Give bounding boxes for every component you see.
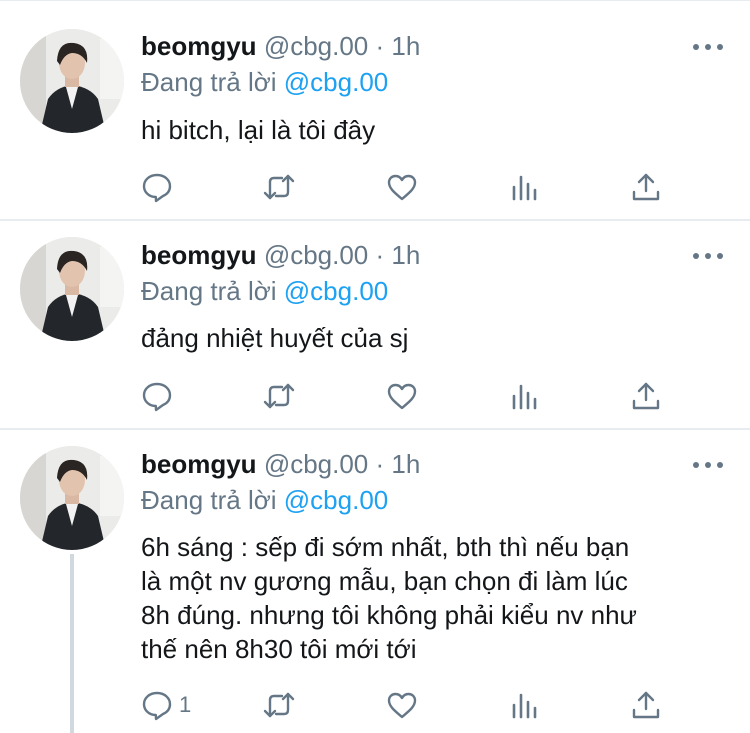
tweet-text: hi bitch, lại là tôi đây: [141, 115, 376, 145]
reply-count: 1: [179, 692, 192, 717]
tweet-header: beomgyu @cbg.00 · 1h: [141, 447, 420, 481]
share-icon: [632, 382, 660, 410]
reply-bubble-icon: [142, 382, 172, 412]
retweet-button[interactable]: [263, 379, 295, 413]
replying-to-label: Đang trả lời: [141, 67, 284, 97]
avatar-photo: [20, 29, 124, 133]
bar-chart-icon: [512, 384, 537, 410]
tweet-header: beomgyu @cbg.00 · 1h: [141, 29, 420, 63]
tweet[interactable]: beomgyu @cbg.00 · 1h Đang trả lời @cbg.0…: [0, 0, 750, 220]
share-icon: [632, 173, 660, 201]
reply-button[interactable]: [141, 170, 179, 204]
meta-separator: ·: [368, 31, 392, 61]
user-handle[interactable]: @cbg.00: [264, 240, 368, 270]
avatar-photo: [20, 446, 124, 550]
replying-to-handle[interactable]: @cbg.00: [284, 67, 388, 97]
retweet-button[interactable]: [263, 170, 295, 204]
replying-to: Đang trả lời @cbg.00: [141, 65, 388, 99]
reply-bubble-icon: [142, 691, 172, 721]
bar-chart-icon: [512, 175, 537, 201]
replying-to-label: Đang trả lời: [141, 485, 284, 515]
tweet[interactable]: beomgyu @cbg.00 · 1h Đang trả lời @cbg.0…: [0, 430, 750, 733]
heart-icon: [387, 174, 417, 201]
more-options-icon[interactable]: [693, 460, 723, 470]
replying-to-handle[interactable]: @cbg.00: [284, 276, 388, 306]
bar-chart-icon: [512, 693, 537, 719]
thread-line: [70, 554, 74, 733]
replying-to: Đang trả lời @cbg.00: [141, 483, 388, 517]
like-button[interactable]: [386, 379, 418, 413]
avatar-photo: [20, 237, 124, 341]
timestamp[interactable]: 1h: [391, 449, 420, 479]
tweet-text: 6h sáng : sếp đi sớm nhất, bth thì nếu b…: [141, 532, 637, 664]
timestamp[interactable]: 1h: [391, 240, 420, 270]
tweet-text: đảng nhiệt huyết của sj: [141, 323, 409, 353]
more-options-icon[interactable]: [693, 251, 723, 261]
display-name[interactable]: beomgyu: [141, 240, 257, 270]
heart-icon: [387, 383, 417, 410]
retweet-button[interactable]: [263, 688, 295, 722]
avatar[interactable]: [20, 446, 124, 550]
stats-button[interactable]: [509, 170, 541, 204]
retweet-icon: [263, 692, 295, 718]
heart-icon: [387, 692, 417, 719]
user-handle[interactable]: @cbg.00: [264, 31, 368, 61]
replying-to: Đang trả lời @cbg.00: [141, 274, 388, 308]
share-icon: [632, 691, 660, 719]
tweet-header: beomgyu @cbg.00 · 1h: [141, 238, 420, 272]
reply-button[interactable]: [141, 379, 179, 413]
reply-button[interactable]: 1: [141, 688, 191, 722]
reply-bubble-icon: [142, 173, 172, 203]
share-button[interactable]: [630, 688, 662, 722]
retweet-icon: [263, 383, 295, 409]
stats-button[interactable]: [509, 379, 541, 413]
meta-separator: ·: [368, 240, 392, 270]
user-handle[interactable]: @cbg.00: [264, 449, 368, 479]
retweet-icon: [263, 174, 295, 200]
share-button[interactable]: [630, 170, 662, 204]
replying-to-handle[interactable]: @cbg.00: [284, 485, 388, 515]
tweet[interactable]: beomgyu @cbg.00 · 1h Đang trả lời @cbg.0…: [0, 221, 750, 429]
display-name[interactable]: beomgyu: [141, 31, 257, 61]
display-name[interactable]: beomgyu: [141, 449, 257, 479]
avatar[interactable]: [20, 29, 124, 133]
like-button[interactable]: [386, 170, 418, 204]
like-button[interactable]: [386, 688, 418, 722]
replying-to-label: Đang trả lời: [141, 276, 284, 306]
share-button[interactable]: [630, 379, 662, 413]
avatar[interactable]: [20, 237, 124, 341]
timestamp[interactable]: 1h: [391, 31, 420, 61]
stats-button[interactable]: [509, 688, 541, 722]
more-options-icon[interactable]: [693, 42, 723, 52]
meta-separator: ·: [368, 449, 392, 479]
